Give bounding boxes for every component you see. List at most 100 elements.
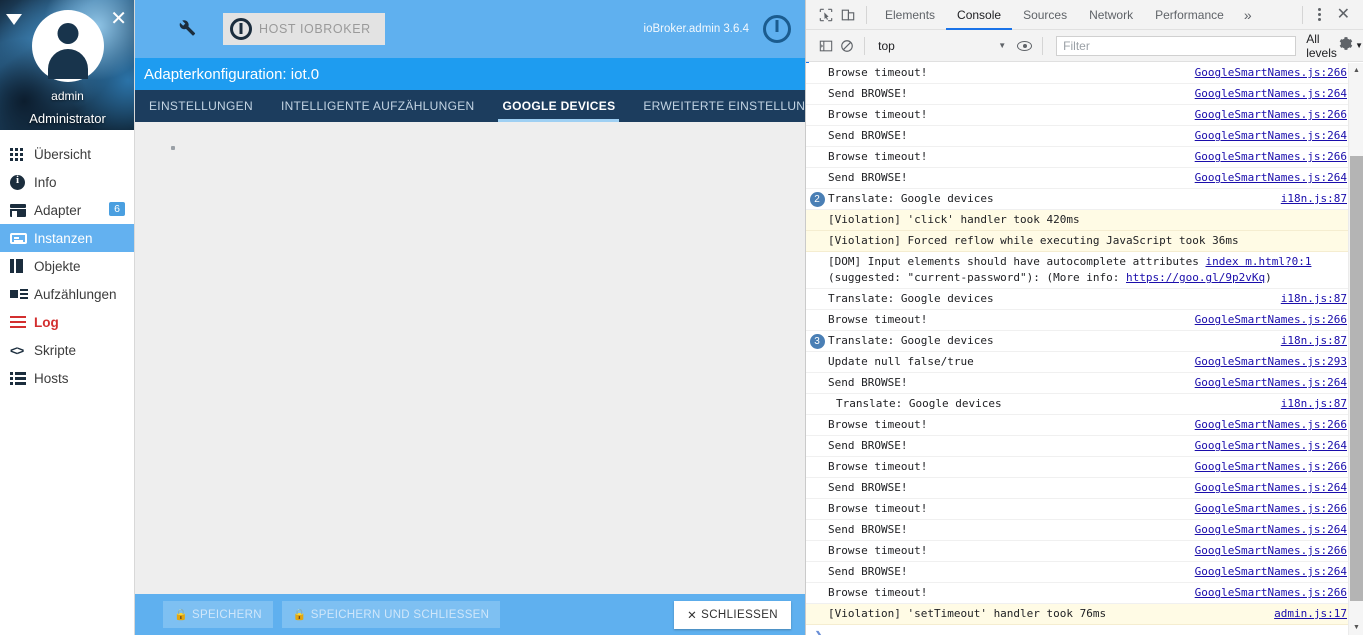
console-message-source-link[interactable]: GoogleSmartNames.js:264 [1195, 564, 1347, 580]
console-message[interactable]: [Violation] 'setTimeout' handler took 76… [806, 604, 1363, 625]
console-message[interactable]: Send BROWSE! GoogleSmartNames.js:264 [806, 168, 1363, 189]
console-message[interactable]: Update null false/true GoogleSmartNames.j… [806, 352, 1363, 373]
tab-performance[interactable]: Performance [1144, 0, 1235, 30]
save-and-close-button[interactable]: 🔒 SPEICHERN UND SCHLIESSEN [281, 601, 501, 628]
close-icon[interactable]: ✕ [1330, 6, 1357, 23]
sidebar-item-uebersicht[interactable]: Übersicht [0, 140, 134, 168]
execution-context-select[interactable]: top ▼ [872, 39, 1014, 53]
console-message[interactable]: Translate: Google devices i18n.js:87 [806, 289, 1363, 310]
console-message-source-link[interactable]: GoogleSmartNames.js:264 [1195, 128, 1347, 144]
log-levels-select[interactable]: All levels ▼ [1306, 32, 1363, 60]
console-message-source-link[interactable]: GoogleSmartNames.js:266 [1195, 107, 1347, 123]
console-message[interactable]: [DOM] Input elements should have autocom… [806, 252, 1363, 289]
console-message[interactable]: Browse timeout! GoogleSmartNames.js:266 [806, 63, 1363, 84]
console-message-source-link[interactable]: GoogleSmartNames.js:264 [1195, 438, 1347, 454]
tab-intelligente-aufzaehlungen[interactable]: INTELLIGENTE AUFZÄHLUNGEN [267, 90, 489, 122]
gear-icon[interactable] [1338, 36, 1353, 56]
console-message-source-link[interactable]: GoogleSmartNames.js:266 [1195, 149, 1347, 165]
sidebar-item-info[interactable]: Info [0, 168, 134, 196]
console-message-text: Send BROWSE! [828, 565, 908, 578]
console-message-source-link[interactable]: GoogleSmartNames.js:266 [1195, 459, 1347, 475]
power-icon[interactable] [763, 15, 791, 43]
console-message[interactable]: [Violation] 'click' handler took 420ms [806, 210, 1363, 231]
close-button[interactable]: ✕ SCHLIESSEN [674, 600, 791, 629]
console-message-source-link[interactable]: GoogleSmartNames.js:266 [1195, 65, 1347, 81]
sidebar-item-objekte[interactable]: Objekte [0, 252, 134, 280]
console-message[interactable]: Browse timeout! GoogleSmartNames.js:266 [806, 147, 1363, 168]
console-message-source-link[interactable]: admin.js:17 [1274, 606, 1347, 622]
console-message-source-link[interactable]: GoogleSmartNames.js:266 [1195, 501, 1347, 517]
wrench-icon[interactable] [175, 16, 201, 43]
device-toolbar-icon[interactable] [837, 4, 859, 26]
console-message[interactable]: [Violation] Forced reflow while executin… [806, 231, 1363, 252]
console-message-source-link[interactable]: GoogleSmartNames.js:266 [1195, 543, 1347, 559]
console-message-source-link[interactable]: GoogleSmartNames.js:266 [1195, 417, 1347, 433]
console-message-source-link[interactable]: GoogleSmartNames.js:264 [1195, 86, 1347, 102]
console-message[interactable]: Send BROWSE! GoogleSmartNames.js:264 [806, 520, 1363, 541]
console-message[interactable]: 3 Translate: Google devices i18n.js:87 [806, 331, 1363, 352]
console-message-source-link[interactable]: GoogleSmartNames.js:266 [1195, 585, 1347, 601]
console-message[interactable]: Send BROWSE! GoogleSmartNames.js:264 [806, 562, 1363, 583]
tab-einstellungen[interactable]: EINSTELLUNGEN [135, 90, 267, 122]
sidebar-item-aufzaehlungen[interactable]: Aufzählungen [0, 280, 134, 308]
console-message-gutter [806, 501, 828, 502]
filter-input[interactable] [1056, 35, 1297, 56]
close-icon[interactable]: ✕ [110, 9, 127, 29]
console-message[interactable]: Translate: Google devices i18n.js:87 [806, 394, 1363, 415]
console-message[interactable]: Browse timeout! GoogleSmartNames.js:266 [806, 105, 1363, 126]
live-expression-icon[interactable] [1014, 35, 1035, 57]
tab-elements[interactable]: Elements [874, 0, 946, 30]
console-message-source-link[interactable]: i18n.js:87 [1281, 396, 1347, 412]
console-message-source-link[interactable]: GoogleSmartNames.js:293 [1195, 354, 1347, 370]
more-info-link[interactable]: https://goo.gl/9p2vKq [1126, 271, 1265, 284]
chevron-double-right-icon[interactable]: » [1235, 7, 1261, 23]
console-message-source-link[interactable]: GoogleSmartNames.js:264 [1195, 375, 1347, 391]
sidebar-item-skripte[interactable]: <> Skripte [0, 336, 134, 364]
clear-console-icon[interactable] [836, 35, 857, 57]
tab-network[interactable]: Network [1078, 0, 1144, 30]
console-prompt[interactable]: ❯ [806, 625, 1363, 635]
console-message[interactable]: Send BROWSE! GoogleSmartNames.js:264 [806, 126, 1363, 147]
host-selector-chip[interactable]: HOST IOBROKER [223, 13, 385, 45]
triangle-down-icon[interactable] [6, 14, 22, 25]
console-message[interactable]: Send BROWSE! GoogleSmartNames.js:264 [806, 478, 1363, 499]
tab-console[interactable]: Console [946, 0, 1012, 30]
console-message[interactable]: Send BROWSE! GoogleSmartNames.js:264 [806, 373, 1363, 394]
sidebar-item-hosts[interactable]: Hosts [0, 364, 134, 392]
save-button[interactable]: 🔒 SPEICHERN [163, 601, 273, 628]
sidebar-item-adapter[interactable]: Adapter 6 [0, 196, 134, 224]
inspect-element-icon[interactable] [815, 4, 837, 26]
console-scrollbar[interactable]: ▲ ▼ [1348, 63, 1363, 635]
console-message-source-link[interactable]: GoogleSmartNames.js:264 [1195, 522, 1347, 538]
console-messages-list[interactable]: Browse timeout! GoogleSmartNames.js:266 Se… [806, 63, 1363, 635]
console-message[interactable]: Browse timeout! GoogleSmartNames.js:266 [806, 583, 1363, 604]
console-message-source-link[interactable]: i18n.js:87 [1281, 291, 1347, 307]
more-vertical-icon[interactable] [1310, 8, 1330, 21]
tab-google-devices[interactable]: GOOGLE DEVICES [488, 90, 629, 122]
console-message[interactable]: Browse timeout! GoogleSmartNames.js:266 [806, 457, 1363, 478]
console-message-source-link[interactable]: i18n.js:87 [1281, 191, 1347, 207]
console-message[interactable]: Send BROWSE! GoogleSmartNames.js:264 [806, 436, 1363, 457]
console-message-text: Browse timeout! [828, 502, 928, 515]
console-message-source-link[interactable]: i18n.js:87 [1281, 333, 1347, 349]
sidebar-item-instanzen[interactable]: Instanzen [0, 224, 134, 252]
caret-up-icon[interactable]: ▲ [1349, 63, 1363, 78]
tab-erweiterte-einstellungen[interactable]: ERWEITERTE EINSTELLUNGEN [629, 90, 805, 122]
caret-down-icon[interactable]: ▼ [1349, 620, 1363, 635]
console-message-source-link[interactable]: GoogleSmartNames.js:264 [1195, 480, 1347, 496]
tab-sources[interactable]: Sources [1012, 0, 1078, 30]
console-message-gutter [806, 543, 828, 544]
sidebar-item-log[interactable]: Log [0, 308, 134, 336]
console-sidebar-icon[interactable] [815, 35, 836, 57]
scrollbar-thumb[interactable] [1350, 156, 1363, 601]
console-message[interactable]: Browse timeout! GoogleSmartNames.js:266 [806, 310, 1363, 331]
console-message-source-link[interactable]: GoogleSmartNames.js:264 [1195, 170, 1347, 186]
lock-icon: 🔒 [292, 609, 307, 621]
console-source-link[interactable]: index m.html?0:1 [1206, 255, 1312, 268]
console-message[interactable]: Browse timeout! GoogleSmartNames.js:266 [806, 499, 1363, 520]
console-message[interactable]: Browse timeout! GoogleSmartNames.js:266 [806, 541, 1363, 562]
console-message-source-link[interactable]: GoogleSmartNames.js:266 [1195, 312, 1347, 328]
console-message[interactable]: Browse timeout! GoogleSmartNames.js:266 [806, 415, 1363, 436]
console-message[interactable]: 2 Translate: Google devices i18n.js:87 [806, 189, 1363, 210]
console-message[interactable]: Send BROWSE! GoogleSmartNames.js:264 [806, 84, 1363, 105]
